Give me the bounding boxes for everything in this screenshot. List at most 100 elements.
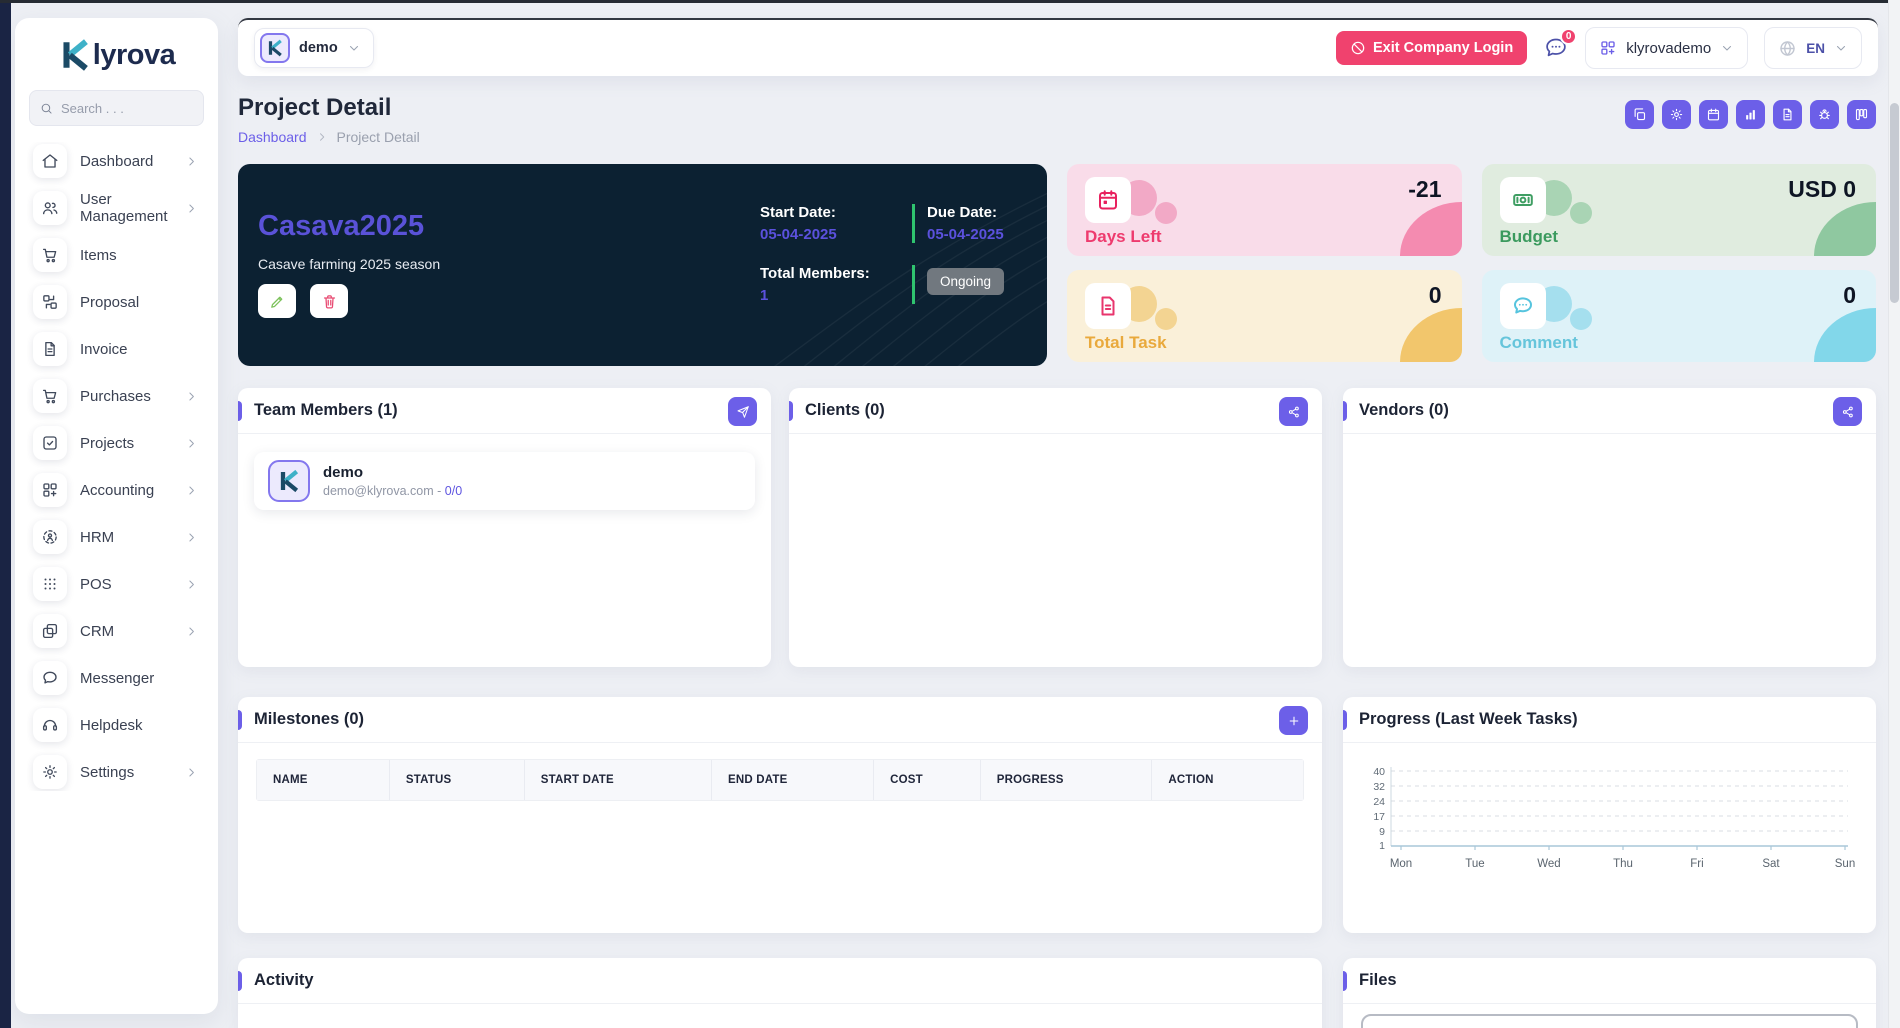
reports-button[interactable] xyxy=(1736,100,1765,129)
y-tick: 24 xyxy=(1373,796,1385,808)
chevron-down-icon xyxy=(1720,41,1734,55)
vendors-title: Vendors (0) xyxy=(1359,401,1449,420)
breadcrumb-current: Project Detail xyxy=(337,129,420,145)
sidebar-item-pos[interactable]: POS xyxy=(27,565,206,603)
sidebar-item-label: POS xyxy=(80,576,112,593)
chat-icon xyxy=(33,661,67,695)
member-avatar xyxy=(268,460,310,502)
stat-label: Budget xyxy=(1500,227,1559,247)
sidebar-item-user-management[interactable]: User Management xyxy=(27,189,206,227)
duplicate-button[interactable] xyxy=(1625,100,1654,129)
activity-title: Activity xyxy=(254,971,314,990)
sidebar-item-invoice[interactable]: Invoice xyxy=(27,330,206,368)
team-members-card: Team Members (1) demo demo@klyrova.com -… xyxy=(238,388,771,667)
x-tick: Sun xyxy=(1835,858,1855,870)
calendar-icon xyxy=(1085,177,1131,223)
activity-card: Activity xyxy=(238,958,1322,1028)
notes-button[interactable] xyxy=(1773,100,1802,129)
scrollbar-track[interactable] xyxy=(1888,0,1900,1028)
stat-value: USD 0 xyxy=(1788,176,1856,203)
team-member-row[interactable]: demo demo@klyrova.com - 0/0 xyxy=(254,452,755,510)
kanban-button[interactable] xyxy=(1847,100,1876,129)
task-file-icon xyxy=(1085,283,1131,329)
bug-icon xyxy=(1817,107,1832,122)
sidebar: lyrova Dashboard User Management Items xyxy=(15,18,218,1014)
sidebar-item-label: Projects xyxy=(80,435,134,452)
copy-icon xyxy=(1632,107,1647,122)
progress-line-chart: 40 32 24 17 9 1 Mon Tue Wed Thu Fri Sat … xyxy=(1359,757,1856,875)
stat-value: 0 xyxy=(1843,282,1856,309)
bug-report-button[interactable] xyxy=(1810,100,1839,129)
overlap-squares-icon xyxy=(33,614,67,648)
chevron-right-icon xyxy=(185,578,198,591)
clients-title: Clients (0) xyxy=(805,401,885,420)
decorative-circle xyxy=(1570,202,1592,224)
top-bar-actions: Exit Company Login 0 klyrovademo EN xyxy=(1336,27,1862,69)
stat-label: Total Task xyxy=(1085,333,1167,353)
notifications-button[interactable]: 0 xyxy=(1543,35,1569,61)
x-tick: Thu xyxy=(1613,858,1633,870)
stat-card-comment: 0 Comment xyxy=(1482,270,1877,362)
sidebar-item-dashboard[interactable]: Dashboard xyxy=(27,142,206,180)
gear-icon xyxy=(33,755,67,789)
member-email: demo@klyrova.com xyxy=(323,484,434,498)
due-date-value: 05-04-2025 xyxy=(927,226,1030,243)
sidebar-item-items[interactable]: Items xyxy=(27,236,206,274)
invite-member-button[interactable] xyxy=(728,397,757,426)
sidebar-item-purchases[interactable]: Purchases xyxy=(27,377,206,415)
sidebar-item-helpdesk[interactable]: Helpdesk xyxy=(27,706,206,744)
add-milestone-button[interactable] xyxy=(1279,706,1308,735)
edit-project-button[interactable] xyxy=(258,284,296,318)
chevron-right-icon xyxy=(185,437,198,450)
sidebar-item-proposal[interactable]: Proposal xyxy=(27,283,206,321)
brand-text: lyrova xyxy=(93,39,175,72)
share-vendors-button[interactable] xyxy=(1833,397,1862,426)
calendar-button[interactable] xyxy=(1699,100,1728,129)
project-settings-button[interactable] xyxy=(1662,100,1691,129)
trash-icon xyxy=(321,293,338,310)
sidebar-item-label: Items xyxy=(80,247,117,264)
sidebar-item-projects[interactable]: Projects xyxy=(27,424,206,462)
share-icon xyxy=(1287,405,1301,419)
kanban-icon xyxy=(1854,107,1869,122)
share-clients-button[interactable] xyxy=(1279,397,1308,426)
card-header: Progress (Last Week Tasks) xyxy=(1343,697,1876,743)
page-title: Project Detail xyxy=(238,94,391,122)
exit-company-login-button[interactable]: Exit Company Login xyxy=(1336,31,1527,65)
company-switcher[interactable]: demo xyxy=(254,28,374,68)
file-dropzone[interactable] xyxy=(1361,1014,1858,1028)
sidebar-item-settings[interactable]: Settings xyxy=(27,753,206,791)
sidebar-item-accounting[interactable]: Accounting xyxy=(27,471,206,509)
sidebar-item-messenger[interactable]: Messenger xyxy=(27,659,206,697)
file-icon xyxy=(1780,107,1795,122)
chevron-down-icon xyxy=(347,41,361,55)
sidebar-item-label: Helpdesk xyxy=(80,717,143,734)
sidebar-search[interactable] xyxy=(29,90,204,126)
sidebar-item-crm[interactable]: CRM xyxy=(27,612,206,650)
grid-plus-icon xyxy=(1599,39,1617,57)
x-tick: Sat xyxy=(1762,858,1780,870)
breadcrumb-dashboard-link[interactable]: Dashboard xyxy=(238,129,307,145)
notification-badge: 0 xyxy=(1560,28,1577,45)
chevron-right-icon xyxy=(185,766,198,779)
brand-logo: lyrova xyxy=(27,38,206,72)
member-name: demo xyxy=(323,464,462,481)
klyrova-k-icon xyxy=(58,38,92,72)
sidebar-item-label: User Management xyxy=(80,191,172,225)
chart-area: 40 32 24 17 9 1 Mon Tue Wed Thu Fri Sat … xyxy=(1343,743,1876,880)
search-input[interactable] xyxy=(61,101,193,116)
workspace-switcher[interactable]: klyrovademo xyxy=(1585,27,1748,69)
stat-label: Comment xyxy=(1500,333,1578,353)
sidebar-item-label: CRM xyxy=(80,623,114,640)
sidebar-item-hrm[interactable]: HRM xyxy=(27,518,206,556)
chevron-right-icon xyxy=(185,155,198,168)
column-header-cost: COST xyxy=(874,760,981,800)
scrollbar-thumb[interactable] xyxy=(1890,103,1899,303)
chevron-right-icon xyxy=(185,484,198,497)
start-date-label: Start Date: xyxy=(760,204,878,221)
total-members-cell: Total Members: 1 xyxy=(760,265,878,304)
decorative-circle xyxy=(1570,308,1592,330)
language-selector[interactable]: EN xyxy=(1764,27,1862,69)
y-tick: 1 xyxy=(1379,840,1385,852)
delete-project-button[interactable] xyxy=(310,284,348,318)
